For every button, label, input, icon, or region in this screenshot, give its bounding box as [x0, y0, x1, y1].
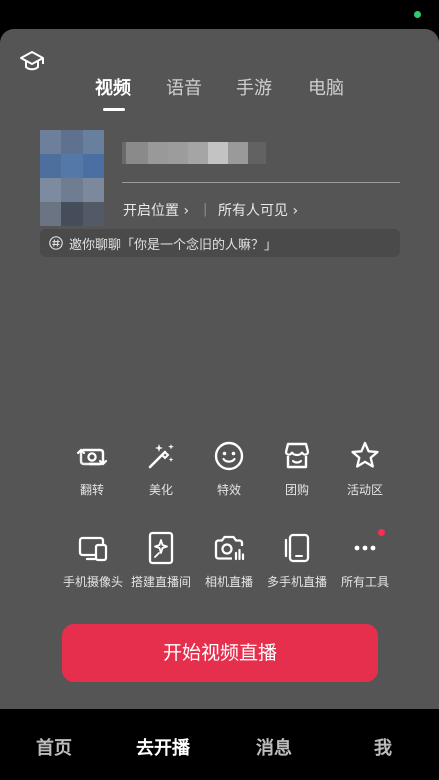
phone-camera-icon [78, 536, 108, 562]
active-tab-indicator [103, 108, 125, 111]
nav-me[interactable]: 我 [374, 734, 392, 760]
tool-all-tools[interactable]: 所有工具 [329, 531, 401, 590]
tool-group-buy[interactable]: 团购 [261, 439, 333, 498]
tool-beautify-label: 美化 [148, 483, 173, 497]
tab-video[interactable]: 视频 [95, 74, 131, 100]
chevron-right-icon: › [292, 203, 299, 219]
tool-multi-phone[interactable]: 多手机直播 [261, 531, 333, 590]
tab-mobile-game[interactable]: 手游 [236, 74, 272, 100]
visibility-label: 所有人可见 [218, 203, 288, 219]
tool-all-tools-label: 所有工具 [340, 575, 389, 589]
multi-phone-icon [284, 533, 310, 563]
tool-beautify[interactable]: 美化 [125, 439, 197, 498]
sparkle-card-icon [148, 531, 174, 565]
nav-messages[interactable]: 消息 [256, 734, 292, 760]
tool-flip-label: 翻转 [79, 483, 104, 497]
chevron-right-icon: › [183, 203, 190, 219]
notification-badge [378, 529, 385, 536]
tool-build-room-label: 搭建直播间 [130, 575, 191, 589]
tool-camera-live-label: 相机直播 [204, 575, 253, 589]
stream-title-input[interactable] [122, 142, 266, 164]
tool-build-room[interactable]: 搭建直播间 [125, 531, 197, 590]
flip-camera-icon [76, 448, 108, 466]
tool-activity-zone-label: 活动区 [346, 483, 383, 497]
tool-effects-label: 特效 [216, 483, 241, 497]
tool-camera-live[interactable]: 相机直播 [193, 531, 265, 590]
shop-icon [284, 442, 310, 469]
hashtag-icon [49, 236, 63, 250]
location-label: 开启位置 [123, 203, 179, 219]
cover-image[interactable] [40, 130, 104, 226]
more-dots-icon [354, 545, 376, 551]
smiley-face-icon [214, 441, 244, 471]
nav-home[interactable]: 首页 [36, 734, 72, 760]
tool-multi-phone-label: 多手机直播 [266, 575, 327, 589]
invite-chat-topic[interactable]: 邀你聊聊「你是一个念旧的人嘛？」 [40, 229, 400, 257]
tab-voice[interactable]: 语音 [166, 74, 202, 100]
graduation-cap-icon[interactable] [18, 47, 46, 75]
tool-activity-zone[interactable]: 活动区 [329, 439, 401, 498]
tool-effects[interactable]: 特效 [193, 439, 265, 498]
meta-separator: | [203, 202, 208, 217]
nav-go-live[interactable]: 去开播 [136, 734, 190, 760]
bottom-nav: 首页 去开播 消息 我 [0, 709, 439, 780]
title-underline [122, 182, 400, 183]
tool-phone-camera-label: 手机摄像头 [62, 575, 123, 589]
tool-flip[interactable]: 翻转 [56, 439, 128, 498]
magic-wand-icon [148, 444, 174, 469]
status-indicator-dot [414, 11, 421, 18]
tool-phone-camera[interactable]: 手机摄像头 [57, 531, 129, 590]
start-live-button[interactable]: 开始视频直播 [62, 624, 378, 682]
location-toggle[interactable]: 开启位置 › [123, 200, 189, 220]
camera-live-icon [214, 535, 245, 561]
tool-group-buy-label: 团购 [284, 483, 309, 497]
invite-text: 邀你聊聊「你是一个念旧的人嘛？」 [69, 238, 278, 253]
tab-computer[interactable]: 电脑 [308, 74, 344, 100]
visibility-selector[interactable]: 所有人可见 › [218, 200, 298, 220]
star-icon [351, 441, 379, 468]
live-type-tabs: 视频 语音 手游 电脑 [0, 74, 439, 114]
